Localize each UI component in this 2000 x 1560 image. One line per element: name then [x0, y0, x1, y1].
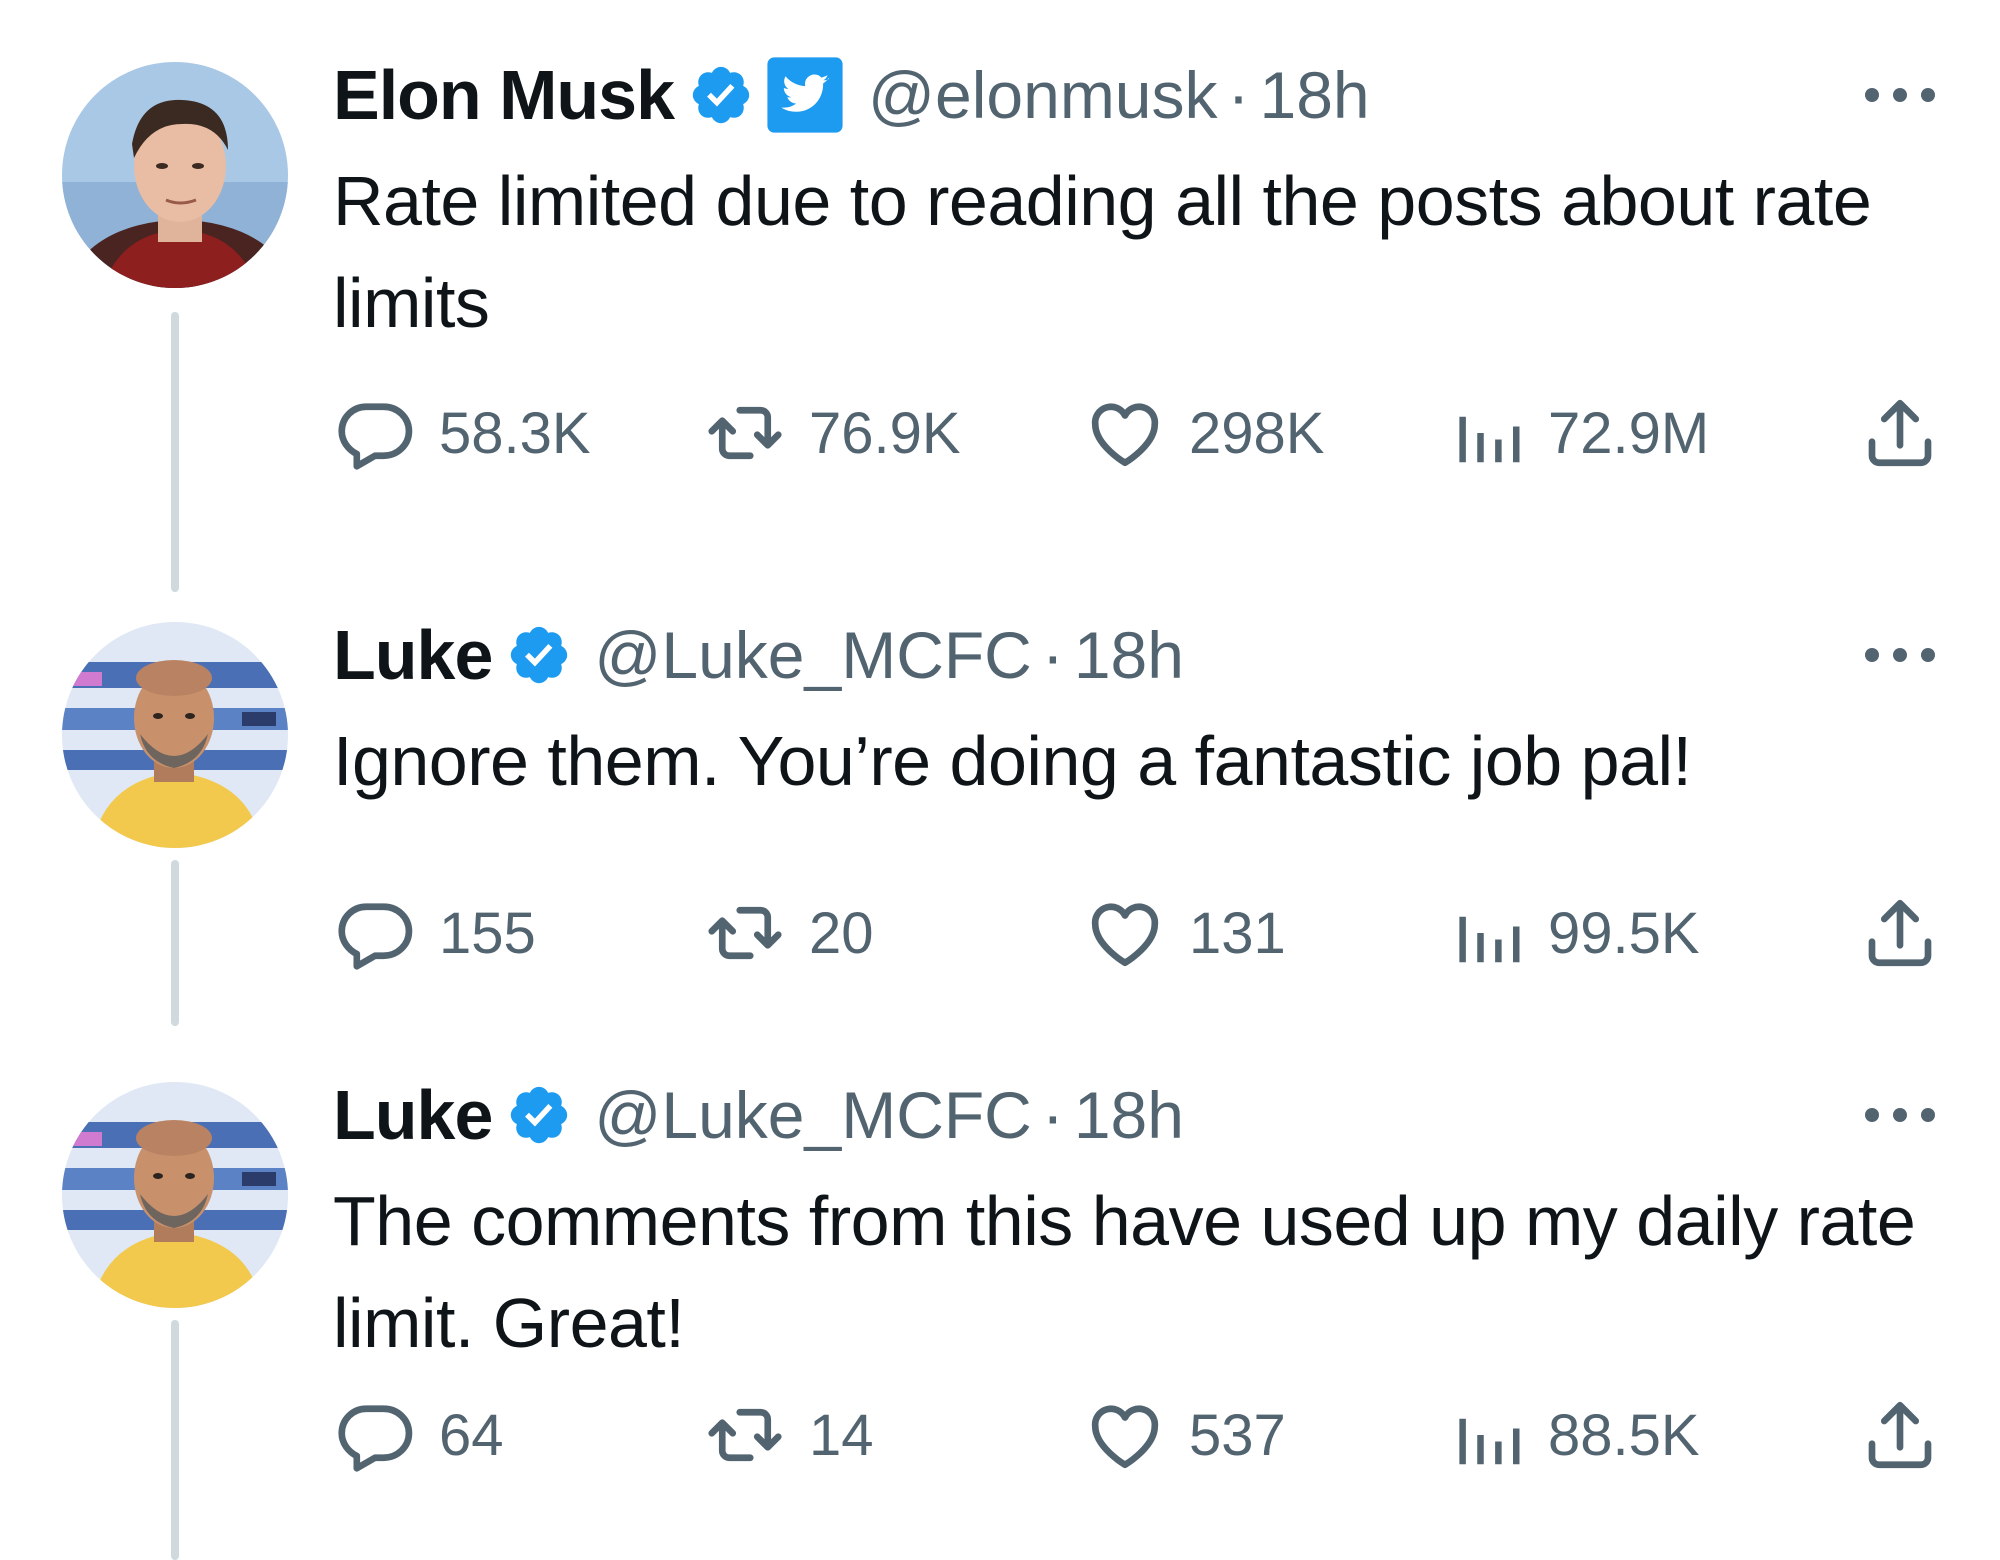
retweet-count: 20	[809, 900, 874, 966]
separator-dot: ·	[1041, 1078, 1064, 1152]
verified-badge-icon	[506, 1082, 572, 1148]
display-name[interactable]: Luke	[333, 615, 493, 695]
analytics-bars-icon	[1459, 416, 1520, 463]
view-count: 72.9M	[1548, 400, 1710, 466]
retweet-icon	[708, 1408, 782, 1462]
reply-count: 64	[439, 1402, 504, 1468]
share-button[interactable]	[1858, 1390, 1942, 1480]
more-options-icon[interactable]	[1860, 638, 1940, 672]
twitter-bird-badge-icon[interactable]	[764, 54, 846, 136]
like-button[interactable]: 298K	[1083, 388, 1324, 478]
tweet[interactable]: Luke @Luke_MCFC · 18h The comments from …	[0, 1020, 2000, 1560]
thread-connector-line	[171, 312, 179, 592]
share-button[interactable]	[1858, 888, 1942, 978]
reply-icon	[338, 403, 413, 470]
like-count: 131	[1189, 900, 1286, 966]
like-count: 298K	[1189, 400, 1325, 466]
like-count: 537	[1189, 1402, 1286, 1468]
view-count: 88.5K	[1548, 1402, 1700, 1468]
like-button[interactable]: 131	[1083, 888, 1286, 978]
heart-icon	[1091, 1405, 1159, 1469]
tweet-text: Rate limited due to reading all the post…	[333, 162, 1872, 342]
heart-icon	[1091, 403, 1159, 467]
user-handle[interactable]: @elonmusk	[868, 57, 1217, 133]
timestamp[interactable]: 18h	[1260, 57, 1370, 133]
display-name[interactable]: Luke	[333, 1075, 493, 1155]
like-button[interactable]: 537	[1083, 1390, 1286, 1480]
heart-icon	[1091, 903, 1159, 967]
tweet-actions: 64 14 537 88.5K	[333, 1390, 1953, 1480]
more-options-icon[interactable]	[1860, 1098, 1940, 1132]
tweet[interactable]: Luke @Luke_MCFC · 18h Ignore them. You’r…	[0, 560, 2000, 1026]
timestamp[interactable]: 18h	[1074, 1077, 1184, 1153]
separator-dot: ·	[1041, 618, 1064, 692]
reply-button[interactable]: 64	[333, 1390, 504, 1480]
share-upload-icon	[1868, 399, 1932, 467]
retweet-button[interactable]: 76.9K	[703, 388, 961, 478]
reply-icon	[338, 903, 413, 970]
tweet-header: Luke @Luke_MCFC · 18h	[333, 1070, 1184, 1160]
reply-count: 58.3K	[439, 400, 591, 466]
separator-dot: ·	[1227, 58, 1250, 132]
reply-icon	[338, 1405, 413, 1472]
analytics-bars-icon	[1459, 1418, 1520, 1465]
retweet-button[interactable]: 14	[703, 1390, 874, 1480]
display-name[interactable]: Elon Musk	[333, 55, 675, 135]
user-handle[interactable]: @Luke_MCFC	[594, 1077, 1031, 1153]
verified-badge-icon	[506, 622, 572, 688]
retweet-icon	[708, 906, 782, 960]
tweet[interactable]: Elon Musk @elonmusk · 18h Rate limited d…	[0, 0, 2000, 592]
share-upload-icon	[1868, 899, 1932, 967]
share-button[interactable]	[1858, 388, 1942, 478]
reply-count: 155	[439, 900, 536, 966]
retweet-button[interactable]: 20	[703, 888, 874, 978]
tweet-actions: 155 20 131 99.5K	[333, 888, 1953, 978]
tweet-actions: 58.3K 76.9K 298K 72.9M	[333, 388, 1953, 478]
views-button[interactable]: 72.9M	[1448, 388, 1709, 478]
avatar[interactable]	[62, 62, 288, 288]
views-button[interactable]: 99.5K	[1448, 888, 1700, 978]
retweet-icon	[708, 406, 782, 460]
avatar[interactable]	[62, 1082, 288, 1308]
tweet-thread: Elon Musk @elonmusk · 18h Rate limited d…	[0, 0, 2000, 1560]
tweet-header: Elon Musk @elonmusk · 18h	[333, 50, 1370, 140]
verified-badge-icon	[688, 62, 754, 128]
thread-connector-line	[171, 860, 179, 1026]
reply-button[interactable]: 155	[333, 888, 536, 978]
avatar[interactable]	[62, 622, 288, 848]
views-button[interactable]: 88.5K	[1448, 1390, 1700, 1480]
retweet-count: 14	[809, 1402, 874, 1468]
user-handle[interactable]: @Luke_MCFC	[594, 617, 1031, 693]
tweet-text: The comments from this have used up my d…	[333, 1182, 1916, 1362]
view-count: 99.5K	[1548, 900, 1700, 966]
timestamp[interactable]: 18h	[1074, 617, 1184, 693]
thread-connector-line	[171, 1320, 179, 1560]
tweet-header: Luke @Luke_MCFC · 18h	[333, 610, 1184, 700]
retweet-count: 76.9K	[809, 400, 961, 466]
analytics-bars-icon	[1459, 916, 1520, 963]
tweet-text: Ignore them. You’re doing a fantastic jo…	[333, 722, 1692, 800]
more-options-icon[interactable]	[1860, 78, 1940, 112]
reply-button[interactable]: 58.3K	[333, 388, 591, 478]
share-upload-icon	[1868, 1401, 1932, 1469]
